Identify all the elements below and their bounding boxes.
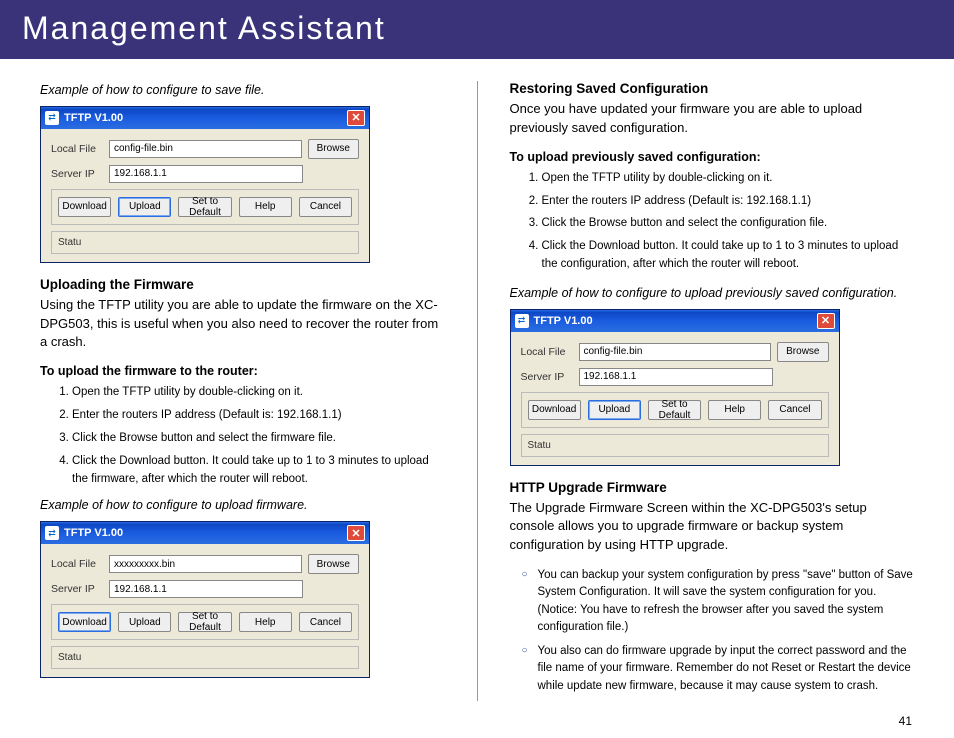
close-icon[interactable]: ✕ (347, 525, 365, 541)
server-ip-label: Server IP (521, 371, 573, 383)
close-icon[interactable]: ✕ (817, 313, 835, 329)
fw-steps: Open the TFTP utility by double-clicking… (40, 384, 445, 488)
cfg-steps: Open the TFTP utility by double-clicking… (510, 170, 915, 274)
window-title: TFTP V1.00 (64, 527, 347, 539)
titlebar: ⇄ TFTP V1.00 ✕ (41, 107, 369, 129)
status-label: Statu (51, 646, 359, 669)
cancel-button[interactable]: Cancel (299, 612, 352, 632)
set-default-button[interactable]: Set to Default (178, 612, 231, 632)
local-file-label: Local File (51, 143, 103, 155)
window-title: TFTP V1.00 (534, 315, 817, 327)
titlebar: ⇄ TFTP V1.00 ✕ (41, 522, 369, 544)
left-column: Example of how to configure to save file… (40, 81, 445, 702)
download-button[interactable]: Download (58, 612, 111, 632)
upload-button[interactable]: Upload (118, 197, 171, 217)
app-icon: ⇄ (515, 314, 529, 328)
step: Enter the routers IP address (Default is… (72, 407, 445, 425)
window-title: TFTP V1.00 (64, 112, 347, 124)
step: Enter the routers IP address (Default is… (542, 193, 915, 211)
http-upgrade-title: HTTP Upgrade Firmware (510, 480, 915, 495)
server-ip-label: Server IP (51, 583, 103, 595)
tftp-window-cfg: ⇄ TFTP V1.00 ✕ Local File Browse Server … (510, 309, 840, 466)
server-ip-input[interactable] (109, 165, 303, 183)
local-file-label: Local File (51, 558, 103, 570)
cancel-button[interactable]: Cancel (299, 197, 352, 217)
tftp-window-fw: ⇄ TFTP V1.00 ✕ Local File Browse Server … (40, 521, 370, 678)
app-icon: ⇄ (45, 111, 59, 125)
help-button[interactable]: Help (239, 197, 292, 217)
step: Open the TFTP utility by double-clicking… (72, 384, 445, 402)
set-default-button[interactable]: Set to Default (648, 400, 701, 420)
http-bullets: You can backup your system configuration… (510, 567, 915, 695)
upload-button[interactable]: Upload (588, 400, 641, 420)
server-ip-input[interactable] (109, 580, 303, 598)
set-default-button[interactable]: Set to Default (178, 197, 231, 217)
local-file-label: Local File (521, 346, 573, 358)
help-button[interactable]: Help (708, 400, 761, 420)
step: Click the Browse button and select the f… (72, 430, 445, 448)
browse-button[interactable]: Browse (777, 342, 828, 362)
caption-save-file: Example of how to configure to save file… (40, 81, 445, 100)
upload-button[interactable]: Upload (118, 612, 171, 632)
caption-upload-fw: Example of how to configure to upload fi… (40, 496, 445, 515)
tftp-window-save: ⇄ TFTP V1.00 ✕ Local File Browse Server … (40, 106, 370, 263)
caption-upload-cfg: Example of how to configure to upload pr… (510, 284, 915, 303)
download-button[interactable]: Download (58, 197, 111, 217)
bullet: You can backup your system configuration… (524, 567, 915, 636)
content-area: Example of how to configure to save file… (0, 59, 954, 702)
restoring-body: Once you have updated your firmware you … (510, 100, 915, 138)
page-number: 41 (899, 714, 912, 728)
local-file-input[interactable] (109, 140, 302, 158)
cancel-button[interactable]: Cancel (768, 400, 821, 420)
step: Click the Browse button and select the c… (542, 215, 915, 233)
bullet: You also can do firmware upgrade by inpu… (524, 643, 915, 695)
status-label: Statu (51, 231, 359, 254)
local-file-input[interactable] (579, 343, 772, 361)
download-button[interactable]: Download (528, 400, 581, 420)
column-divider (477, 81, 478, 701)
page-header: Management Assistant (0, 0, 954, 59)
status-label: Statu (521, 434, 829, 457)
uploading-firmware-body: Using the TFTP utility you are able to u… (40, 296, 445, 353)
local-file-input[interactable] (109, 555, 302, 573)
titlebar: ⇄ TFTP V1.00 ✕ (511, 310, 839, 332)
right-column: Restoring Saved Configuration Once you h… (510, 81, 915, 702)
fw-sub-heading: To upload the firmware to the router: (40, 364, 445, 378)
step: Open the TFTP utility by double-clicking… (542, 170, 915, 188)
browse-button[interactable]: Browse (308, 139, 359, 159)
step: Click the Download button. It could take… (542, 238, 915, 274)
http-upgrade-body: The Upgrade Firmware Screen within the X… (510, 499, 915, 556)
step: Click the Download button. It could take… (72, 453, 445, 489)
uploading-firmware-title: Uploading the Firmware (40, 277, 445, 292)
close-icon[interactable]: ✕ (347, 110, 365, 126)
server-ip-label: Server IP (51, 168, 103, 180)
page-title: Management Assistant (22, 10, 386, 46)
help-button[interactable]: Help (239, 612, 292, 632)
app-icon: ⇄ (45, 526, 59, 540)
restoring-title: Restoring Saved Configuration (510, 81, 915, 96)
browse-button[interactable]: Browse (308, 554, 359, 574)
server-ip-input[interactable] (579, 368, 773, 386)
cfg-sub-heading: To upload previously saved configuration… (510, 150, 915, 164)
